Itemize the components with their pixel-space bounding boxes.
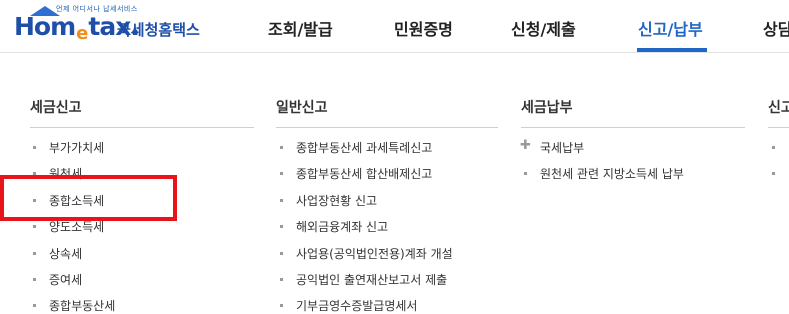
bullet-icon: [33, 304, 36, 307]
menu-item-re-tax-special[interactable]: 종합부동산세 과세특례신고: [296, 139, 432, 156]
menu-item-vat[interactable]: 부가가치세: [49, 139, 104, 156]
nav-certificates[interactable]: 민원증명: [394, 16, 453, 40]
logo-brand-home: Hom: [14, 12, 76, 41]
menu-item-national-tax-payment[interactable]: 국세납부: [540, 139, 584, 156]
expand-plus-icon[interactable]: ✚: [520, 138, 531, 153]
menu-item-donation-receipt[interactable]: 기부금영수증발급명세서: [296, 297, 417, 314]
nav-consultation[interactable]: 상담: [763, 16, 789, 40]
menu-item-re-tax-exclusion[interactable]: 종합부동산세 합산배제신고: [296, 165, 432, 182]
nav-inquiry[interactable]: 조회/발급: [268, 16, 333, 40]
bullet-icon: [33, 225, 36, 228]
bullet-icon: [280, 225, 283, 228]
hometax-logo[interactable]: 언제 어디서나 납세서비스 Hometax. 국세청홈택스: [14, 4, 200, 46]
menu-item-gift-tax[interactable]: 증여세: [49, 271, 82, 288]
bullet-icon: [33, 278, 36, 281]
nav-filing-payment[interactable]: 신고/납부: [638, 16, 703, 40]
menu-col-tax-filing-title: 세금신고: [30, 100, 82, 116]
active-tab-indicator: [637, 48, 707, 52]
menu-item-foreign-account[interactable]: 해외금융계좌 신고: [296, 218, 388, 235]
highlight-box: [0, 175, 177, 221]
menu-item-comprehensive-real-estate[interactable]: 종합부동산세: [49, 297, 115, 314]
nav-application[interactable]: 신청/제출: [511, 16, 576, 40]
bullet-icon: [280, 252, 283, 255]
menu-item-local-income-tax-payment[interactable]: 원천세 관련 지방소득세 납부: [540, 165, 684, 182]
bullet-icon: [772, 172, 775, 175]
col-divider: [276, 127, 498, 128]
col-divider: [768, 127, 789, 128]
logo-brand-e: e: [76, 23, 88, 44]
bullet-icon: [280, 172, 283, 175]
menu-col-general-filing-title: 일반신고: [276, 100, 328, 116]
bullet-icon: [280, 199, 283, 202]
top-header: 언제 어디서나 납세서비스 Hometax. 국세청홈택스 조회/발급 민원증명…: [0, 0, 789, 53]
menu-item-business-status[interactable]: 사업장현황 신고: [296, 192, 377, 209]
bullet-icon: [280, 278, 283, 281]
menu-item-business-account[interactable]: 사업용(공익법인전용)계좌 개설: [296, 245, 453, 262]
logo-korean-name: 국세청홈택스: [117, 21, 200, 39]
menu-item-contribution-report[interactable]: 공익법인 출연재산보고서 제출: [296, 271, 447, 288]
bullet-icon: [772, 146, 775, 149]
menu-item-inheritance[interactable]: 상속세: [49, 245, 82, 262]
bullet-icon: [280, 304, 283, 307]
bullet-icon: [33, 146, 36, 149]
bullet-icon: [33, 252, 36, 255]
menu-col-tax-payment-title: 세금납부: [521, 100, 573, 116]
menu-col-partial-title: 신고: [768, 100, 789, 116]
bullet-icon: [280, 146, 283, 149]
col-divider: [521, 127, 745, 128]
bullet-icon: [524, 172, 527, 175]
col-divider: [30, 127, 254, 128]
